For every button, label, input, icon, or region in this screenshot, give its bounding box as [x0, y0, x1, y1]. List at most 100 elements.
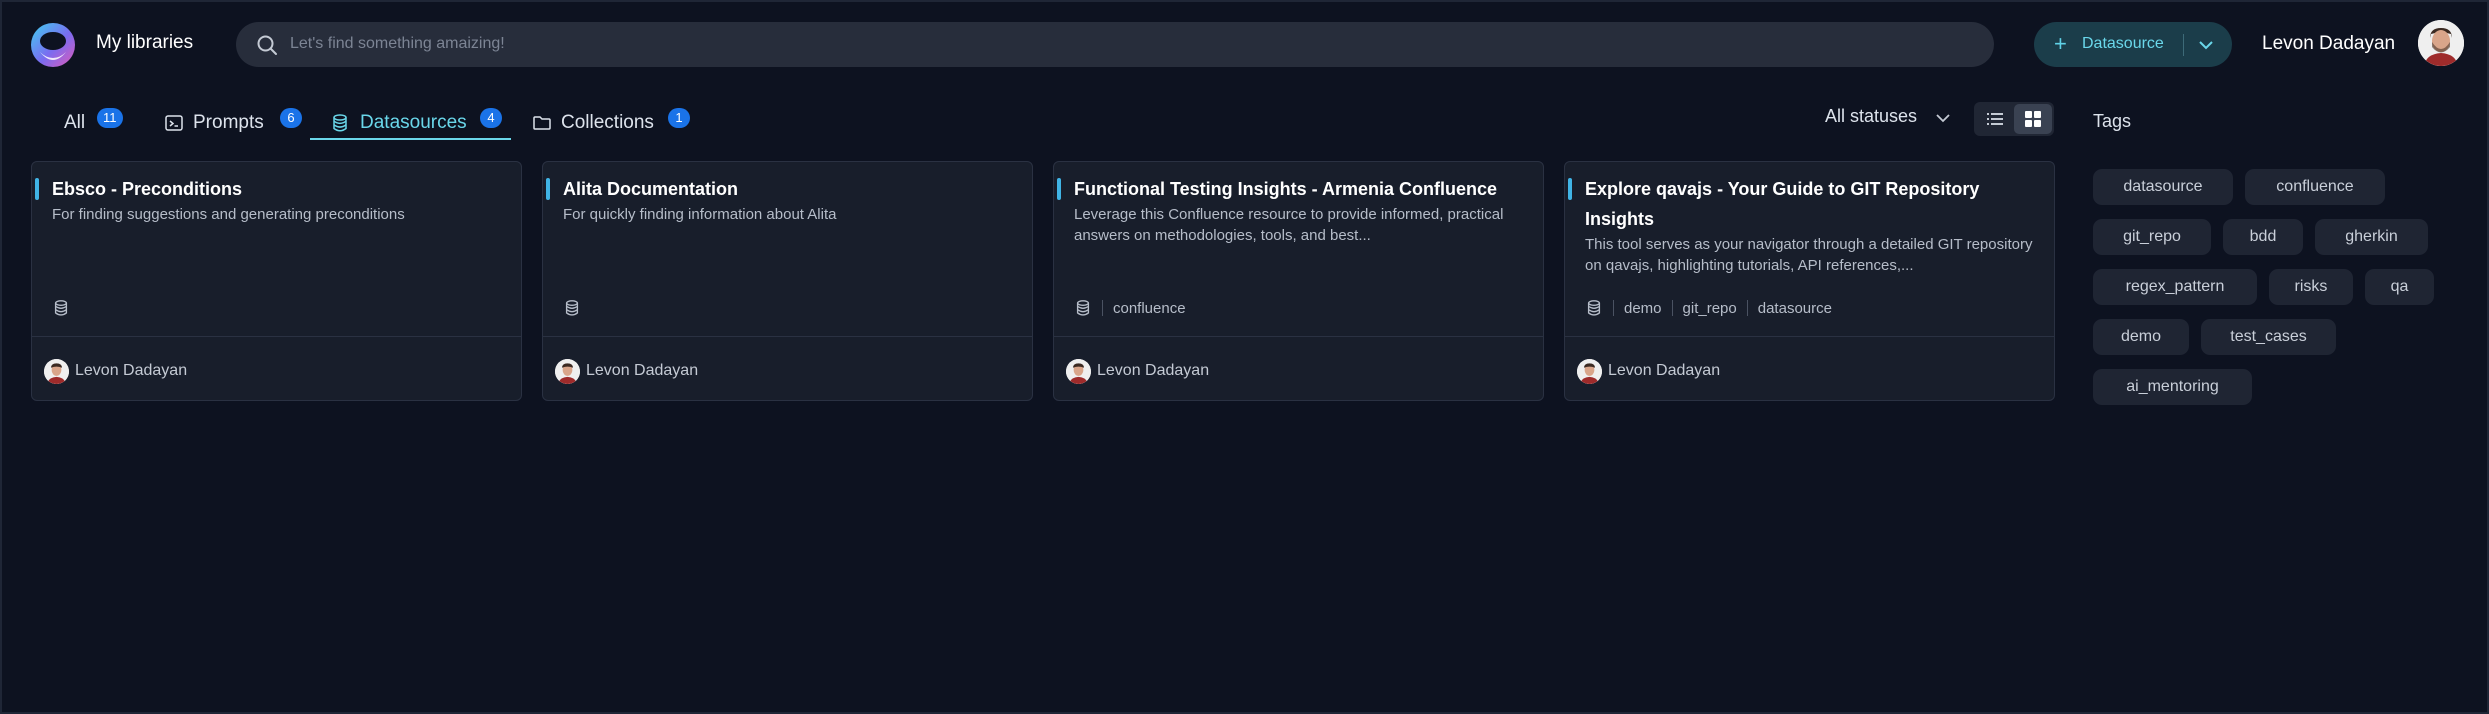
database-icon [1076, 300, 1090, 316]
author-name: Levon Dadayan [586, 362, 699, 379]
author-avatar [44, 358, 69, 384]
button-divider [2183, 34, 2184, 56]
chevron-down-icon[interactable] [1932, 107, 1954, 129]
tab-label: Prompts [193, 112, 264, 133]
count-badge: 6 [280, 108, 302, 128]
card-tags [52, 297, 80, 319]
active-tab-indicator [310, 138, 511, 140]
tab-datasources[interactable]: Datasources 4 [330, 108, 510, 140]
card-author[interactable]: Levon Dadayan [44, 357, 187, 385]
list-view-button[interactable] [1976, 104, 2014, 134]
person-avatar-icon [1577, 358, 1602, 384]
author-avatar [1066, 358, 1091, 384]
count-badge: 4 [480, 108, 502, 128]
count-badge: 11 [97, 108, 123, 128]
card-description: For finding suggestions and generating p… [52, 206, 405, 223]
tag-divider [1613, 300, 1614, 316]
card-divider [543, 336, 1032, 337]
card-accent [1568, 178, 1572, 200]
database-icon [54, 300, 68, 316]
datasource-card[interactable]: Ebsco - Preconditions For finding sugges… [31, 161, 522, 401]
card-tag[interactable]: confluence [1113, 300, 1186, 317]
terminal-icon [165, 115, 183, 131]
tab-label: Collections [561, 112, 654, 133]
card-divider [1054, 336, 1543, 337]
author-name: Levon Dadayan [1097, 362, 1210, 379]
tab-label: Datasources [360, 112, 467, 133]
grid-view-button[interactable] [2014, 104, 2052, 134]
card-tags: demo git_repo datasource [1585, 297, 1832, 319]
search-bar[interactable]: Let's find something amaizing! [236, 22, 1994, 67]
author-avatar [555, 358, 580, 384]
card-tag[interactable]: demo [1624, 300, 1662, 317]
search-icon [257, 35, 277, 55]
author-avatar [1577, 358, 1602, 384]
app-logo-icon[interactable] [30, 22, 76, 68]
database-icon [1587, 300, 1601, 316]
database-icon [333, 114, 347, 132]
card-divider [1565, 336, 2054, 337]
card-title[interactable]: Explore qavajs - Your Guide to GIT Repos… [1585, 174, 2040, 234]
tag-chip[interactable]: regex_pattern [2093, 269, 2257, 305]
card-description: This tool serves as your navigator throu… [1585, 236, 2033, 274]
author-name: Levon Dadayan [1608, 362, 1721, 379]
person-avatar-icon [1066, 358, 1091, 384]
view-mode-toggle [1974, 102, 2054, 136]
app-header: My libraries Let's find something amaizi… [0, 0, 2489, 88]
card-author[interactable]: Levon Dadayan [555, 357, 698, 385]
database-icon [565, 300, 579, 316]
tag-chip[interactable]: ai_mentoring [2093, 369, 2252, 405]
list-icon [1987, 113, 2003, 125]
tag-chip[interactable]: qa [2365, 269, 2434, 305]
tag-chip[interactable]: risks [2269, 269, 2353, 305]
card-tag[interactable]: datasource [1758, 300, 1832, 317]
tag-chip[interactable]: confluence [2245, 169, 2385, 205]
card-description: For quickly finding information about Al… [563, 206, 837, 223]
card-tags: confluence [1074, 297, 1186, 319]
author-name: Levon Dadayan [75, 362, 188, 379]
datasource-card[interactable]: Functional Testing Insights - Armenia Co… [1053, 161, 1544, 401]
tag-chip[interactable]: git_repo [2093, 219, 2211, 255]
datasource-button-label: Datasource [2082, 35, 2164, 52]
tag-divider [1746, 300, 1748, 316]
plus-icon: + [2054, 31, 2067, 56]
tags-panel-title: Tags [2093, 111, 2132, 131]
person-avatar-icon [555, 358, 580, 384]
card-author[interactable]: Levon Dadayan [1577, 357, 1720, 385]
tag-chip[interactable]: bdd [2223, 219, 2303, 255]
card-tag[interactable]: git_repo [1683, 300, 1737, 317]
tab-collections[interactable]: Collections 1 [532, 108, 692, 140]
datasource-card[interactable]: Alita Documentation For quickly finding … [542, 161, 1033, 401]
card-accent [1057, 178, 1061, 200]
card-accent [35, 178, 39, 200]
tag-chip[interactable]: gherkin [2315, 219, 2428, 255]
person-avatar-icon [44, 358, 69, 384]
tag-divider [1102, 300, 1103, 316]
tag-divider [1671, 300, 1673, 316]
card-description: Leverage this Confluence resource to pro… [1074, 206, 1504, 244]
tab-prompts[interactable]: Prompts 6 [164, 108, 304, 140]
user-name[interactable]: Levon Dadayan [2262, 33, 2395, 55]
tab-all[interactable]: All 11 [64, 108, 124, 140]
tab-label: All [64, 112, 86, 133]
tag-chip[interactable]: datasource [2093, 169, 2233, 205]
card-title[interactable]: Functional Testing Insights - Armenia Co… [1074, 174, 1529, 204]
person-avatar-icon [2418, 20, 2464, 66]
card-accent [546, 178, 550, 200]
count-badge: 1 [668, 108, 690, 128]
card-tags [563, 297, 591, 319]
status-filter-dropdown[interactable]: All statuses [1825, 106, 1917, 127]
datasource-card[interactable]: Explore qavajs - Your Guide to GIT Repos… [1564, 161, 2055, 401]
card-divider [32, 336, 521, 337]
search-input[interactable]: Let's find something amaizing! [290, 35, 505, 53]
user-avatar[interactable] [2418, 20, 2464, 66]
card-title[interactable]: Ebsco - Preconditions [52, 174, 507, 204]
tag-chip[interactable]: demo [2093, 319, 2189, 355]
tag-chip[interactable]: test_cases [2201, 319, 2336, 355]
card-title[interactable]: Alita Documentation [563, 174, 1018, 204]
page-title: My libraries [96, 32, 194, 53]
add-datasource-button[interactable]: + Datasource [2034, 22, 2232, 67]
folder-icon [533, 116, 551, 130]
card-author[interactable]: Levon Dadayan [1066, 357, 1209, 385]
chevron-down-icon[interactable] [2195, 34, 2217, 56]
